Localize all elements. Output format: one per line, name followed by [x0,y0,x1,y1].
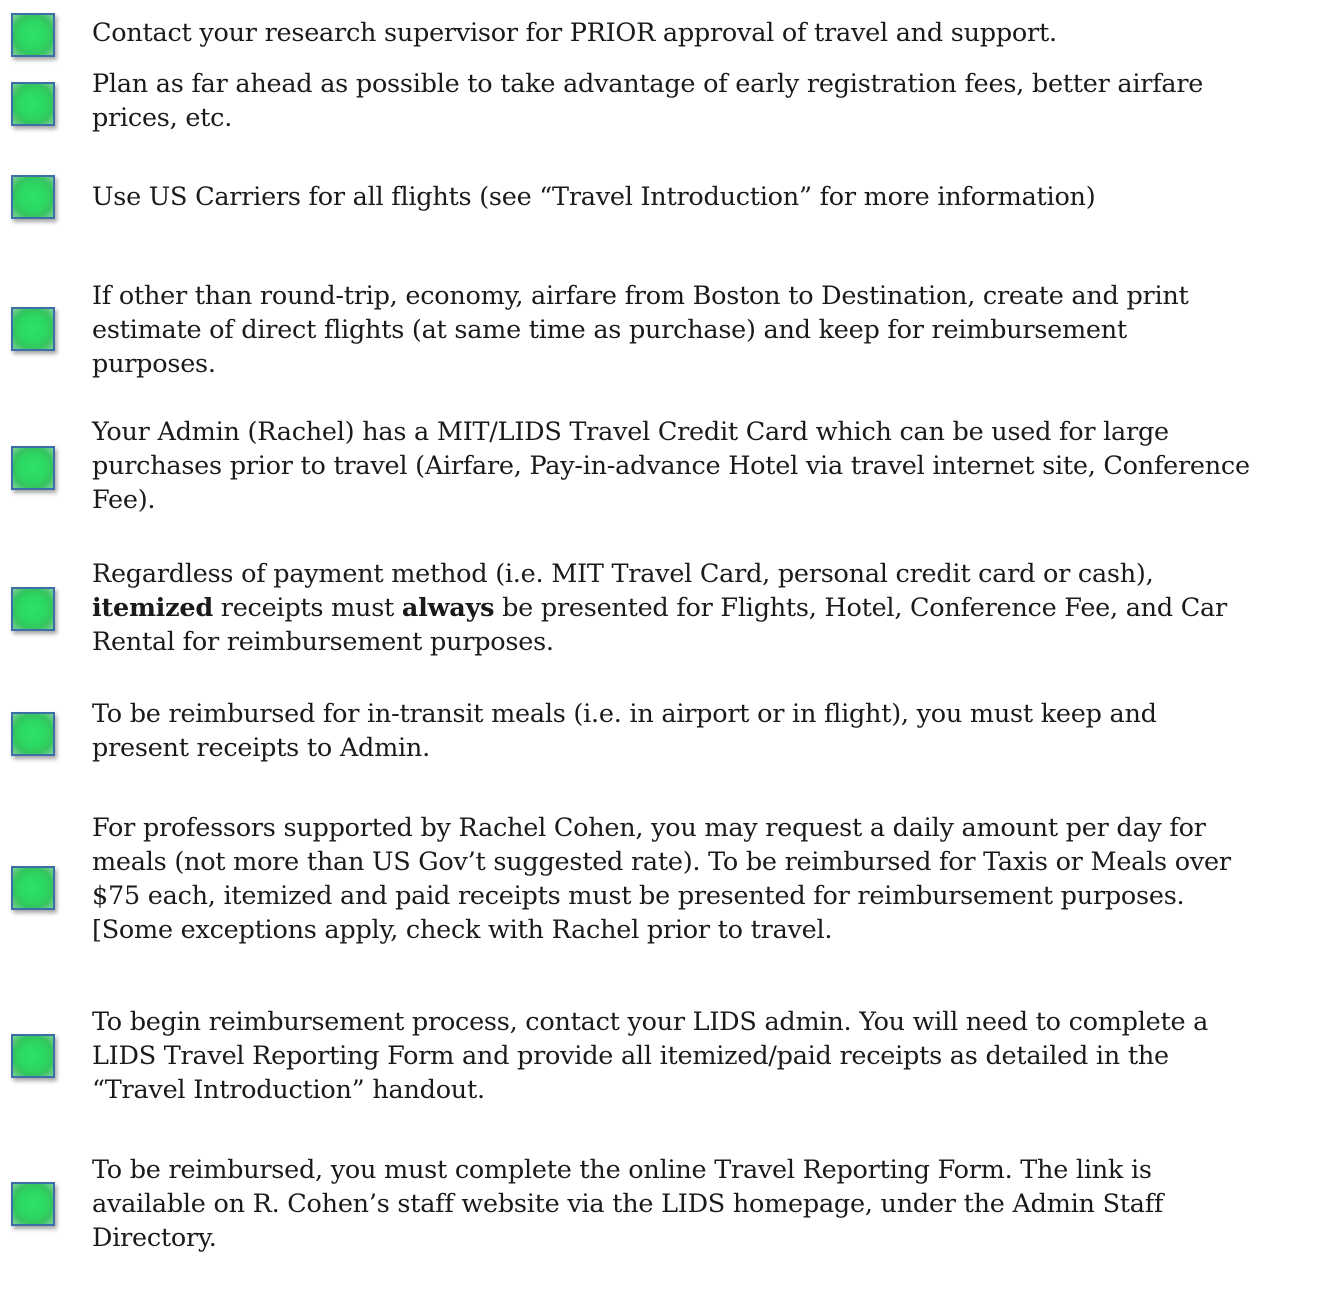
green-checkbox-icon[interactable] [11,1182,55,1226]
text-line: To be reimbursed for in-transit meals (i… [92,699,1157,729]
text-line: Use US Carriers for all flights (see “Tr… [92,182,1096,212]
text-line: If other than round-trip, economy, airfa… [92,281,1189,311]
text-line: To be reimbursed, you must complete the … [92,1155,1152,1185]
checklist-item-text: Contact your research supervisor for PRI… [92,16,1340,50]
text-line: Rental for reimbursement purposes. [92,627,554,657]
text-line: estimate of direct flights (at same time… [92,315,1127,345]
text-line: purchases prior to travel (Airfare, Pay-… [92,451,1250,481]
text-line: Fee). [92,485,156,515]
text-line: Your Admin (Rachel) has a MIT/LIDS Trave… [92,417,1169,447]
text-line: meals (not more than US Gov’t suggested … [92,847,1231,877]
checklist-item-text: To begin reimbursement process, contact … [92,1005,1340,1107]
text-line: present receipts to Admin. [92,733,430,763]
text-line: For professors supported by Rachel Cohen… [92,813,1206,843]
text-line: LIDS Travel Reporting Form and provide a… [92,1041,1169,1071]
emphasis-itemized: itemized [92,593,213,623]
checklist-item-text: For professors supported by Rachel Cohen… [92,811,1340,947]
checklist-item-text: Your Admin (Rachel) has a MIT/LIDS Trave… [92,415,1340,517]
text-line: itemized receipts must always be present… [92,591,1340,625]
green-checkbox-icon[interactable] [11,307,55,351]
green-checkbox-icon[interactable] [11,446,55,490]
text-line: Regardless of payment method (i.e. MIT T… [92,559,1154,589]
text-line: Directory. [92,1223,217,1253]
checklist-item-text: To be reimbursed for in-transit meals (i… [92,697,1340,765]
green-checkbox-icon[interactable] [11,13,55,57]
text-line: Plan as far ahead as possible to take ad… [92,69,1204,99]
text-line: purposes. [92,349,216,379]
green-checkbox-icon[interactable] [11,175,55,219]
text-line: “Travel Introduction” handout. [92,1075,485,1105]
green-checkbox-icon[interactable] [11,1034,55,1078]
text-line: Contact your research supervisor for PRI… [92,18,1057,48]
emphasis-always: always [401,593,495,623]
green-checkbox-icon[interactable] [11,82,55,126]
checklist-item-text: To be reimbursed, you must complete the … [92,1153,1340,1255]
checklist-item-text: If other than round-trip, economy, airfa… [92,279,1340,381]
text-line: available on R. Cohen’s staff website vi… [92,1189,1164,1219]
green-checkbox-icon[interactable] [11,587,55,631]
text-fragment: be presented for Flights, Hotel, Confere… [502,593,1227,623]
text-line: $75 each, itemized and paid receipts mus… [92,881,1185,911]
green-checkbox-icon[interactable] [11,712,55,756]
text-line: [Some exceptions apply, check with Rache… [92,915,833,945]
checklist-item-text: Regardless of payment method (i.e. MIT T… [92,557,1340,659]
text-line: To begin reimbursement process, contact … [92,1007,1209,1037]
checklist-item-text: Plan as far ahead as possible to take ad… [92,67,1340,135]
text-fragment: receipts must [220,593,395,623]
green-checkbox-icon[interactable] [11,866,55,910]
text-line: prices, etc. [92,103,233,133]
checklist-item-text: Use US Carriers for all flights (see “Tr… [92,180,1340,214]
